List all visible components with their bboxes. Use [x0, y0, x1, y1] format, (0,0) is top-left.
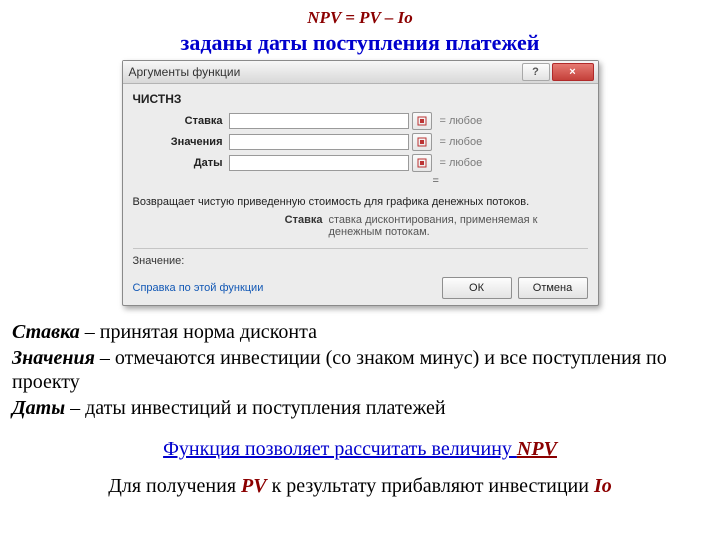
close-button[interactable]: ×: [552, 63, 594, 81]
argument-help-label: Ставка: [133, 214, 329, 238]
npv-term: NPV: [517, 438, 557, 460]
help-button[interactable]: ?: [522, 63, 550, 81]
arg-input-dates[interactable]: [229, 155, 409, 171]
argument-help-text: ставка дисконтирования, применяемая к де…: [329, 214, 588, 238]
cancel-button[interactable]: Отмена: [518, 277, 588, 299]
arg-hint: = любое: [440, 157, 483, 169]
function-description: Возвращает чистую приведенную стоимость …: [133, 195, 588, 210]
function-arguments-dialog: Аргументы функции ? × ЧИСТНЗ Ставка = лю…: [122, 60, 599, 306]
arg-hint: = любое: [440, 136, 483, 148]
dialog-title: Аргументы функции: [127, 65, 520, 79]
range-picker-icon[interactable]: [412, 133, 432, 151]
arg-label-values: Значения: [133, 136, 229, 148]
range-picker-icon[interactable]: [412, 112, 432, 130]
result-equals: =: [133, 175, 588, 187]
argument-help: Ставка ставка дисконтирования, применяем…: [133, 214, 588, 238]
io-term: Io: [594, 475, 612, 497]
arg-input-values[interactable]: [229, 134, 409, 150]
term-dates: Даты: [12, 397, 65, 419]
arg-row: Даты = любое: [133, 154, 588, 172]
note-pv: Для получения PV к результату прибавляют…: [12, 475, 708, 498]
arg-row: Ставка = любое: [133, 112, 588, 130]
note-pv-a: Для получения: [108, 475, 241, 497]
note-pv-b: к результату прибавляют инвестиции: [267, 475, 594, 497]
arg-label-dates: Даты: [133, 157, 229, 169]
arg-input-rate[interactable]: [229, 113, 409, 129]
term-dates-desc: – даты инвестиций и поступления платежей: [65, 397, 445, 419]
term-values: Значения: [12, 347, 95, 369]
help-link[interactable]: Справка по этой функции: [133, 282, 436, 294]
arg-row: Значения = любое: [133, 133, 588, 151]
ok-button[interactable]: ОК: [442, 277, 512, 299]
term-rate-desc: – принятая норма дисконта: [80, 321, 317, 343]
note-npv: Функция позволяет рассчитать величину NP…: [12, 438, 708, 461]
subtitle: заданы даты поступления платежей: [12, 30, 708, 56]
note-npv-text: Функция позволяет рассчитать величину: [163, 438, 517, 460]
formula-line: NPV = PV – Io: [12, 8, 708, 28]
range-picker-icon[interactable]: [412, 154, 432, 172]
value-line: Значение:: [133, 255, 588, 267]
term-values-desc: – отмечаются инвестиции (со знаком минус…: [12, 347, 667, 393]
titlebar[interactable]: Аргументы функции ? ×: [123, 61, 598, 84]
arg-label-rate: Ставка: [133, 115, 229, 127]
term-rate: Ставка: [12, 321, 80, 343]
function-name: ЧИСТНЗ: [133, 92, 588, 106]
pv-term: PV: [241, 475, 267, 497]
divider: [133, 248, 588, 249]
explain-block: Ставка – принятая норма дисконта Значени…: [12, 320, 708, 420]
arg-hint: = любое: [440, 115, 483, 127]
